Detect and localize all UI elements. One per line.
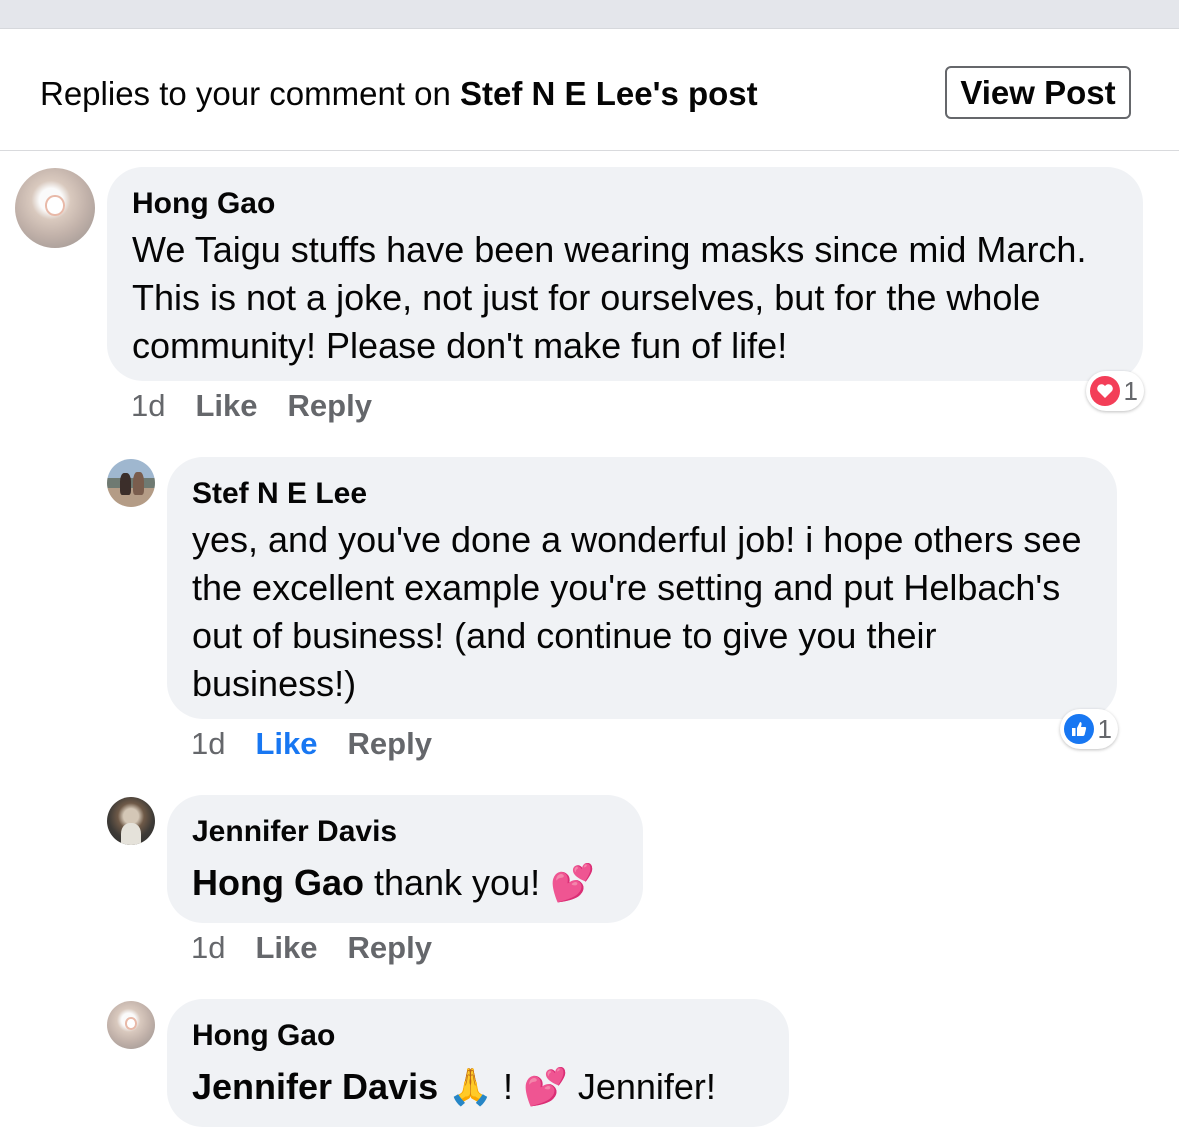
avatar-person-right	[133, 472, 144, 496]
reply-button[interactable]: Reply	[288, 388, 372, 423]
comment-bubble: Hong Gao We Taigu stuffs have been weari…	[107, 167, 1143, 381]
avatar[interactable]	[15, 168, 95, 248]
two-hearts-icon: 💕	[550, 863, 595, 904]
comment-actions: 1d Like Reply	[131, 388, 402, 424]
reaction-count: 1	[1123, 375, 1138, 406]
replies-header: Replies to your comment on Stef N E Lee'…	[0, 29, 1179, 151]
like-button[interactable]: Like	[255, 930, 317, 965]
avatar-face	[125, 1017, 137, 1030]
mention-link[interactable]: Hong Gao	[192, 862, 364, 903]
header-prefix: Replies to your comment on	[40, 75, 461, 112]
comment-author[interactable]: Jennifer Davis	[192, 814, 397, 850]
like-button[interactable]: Like	[195, 388, 257, 423]
comment-time[interactable]: 1d	[191, 726, 225, 761]
comment-text: We Taigu stuffs have been wearing masks …	[132, 229, 1087, 366]
avatar-figure	[121, 823, 141, 845]
avatar[interactable]	[107, 1001, 155, 1049]
folded-hands-icon: 🙏	[448, 1067, 493, 1108]
two-hearts-icon: 💕	[522, 1067, 568, 1108]
avatar-face	[45, 195, 65, 216]
comment-text-end: Jennifer!	[567, 1066, 716, 1107]
avatar[interactable]	[107, 797, 155, 845]
mention-link[interactable]: Jennifer Davis	[192, 1066, 438, 1107]
reply-button[interactable]: Reply	[348, 930, 432, 965]
view-post-button[interactable]: View Post	[945, 66, 1131, 119]
heart-icon	[1090, 376, 1120, 406]
reply-button[interactable]: Reply	[348, 726, 432, 761]
comment-bubble: Jennifer Davis Hong Gao thank you! 💕	[167, 795, 643, 923]
comment-bubble: Hong Gao Jennifer Davis 🙏 ! 💕 Jennifer!	[167, 999, 789, 1127]
comment-bubble: Stef N E Lee yes, and you've done a wond…	[167, 457, 1117, 719]
comment-author[interactable]: Hong Gao	[192, 1018, 335, 1054]
comment-text-mid: !	[492, 1066, 523, 1107]
avatar[interactable]	[107, 459, 155, 507]
comment-actions: 1d Like Reply	[191, 930, 462, 966]
comment-text: Jennifer Davis 🙏 ! 💕 Jennifer!	[192, 1063, 716, 1112]
post-owner-link[interactable]: Stef N E Lee	[460, 75, 653, 112]
thumbs-up-icon	[1064, 714, 1094, 744]
header-suffix: 's post	[652, 75, 758, 112]
comment-time[interactable]: 1d	[191, 930, 225, 965]
comment-text: yes, and you've done a wonderful job! i …	[192, 519, 1082, 704]
like-button[interactable]: Like	[255, 726, 317, 761]
header-title: Replies to your comment on Stef N E Lee'…	[40, 74, 758, 114]
reaction-count: 1	[1097, 713, 1112, 744]
comment-time[interactable]: 1d	[131, 388, 165, 423]
comment-text-content: thank you!	[363, 862, 551, 903]
comment-author[interactable]: Hong Gao	[132, 186, 275, 222]
comment-actions: 1d Like Reply	[191, 726, 462, 762]
reaction-count-badge[interactable]: 1	[1086, 371, 1144, 411]
avatar-person-left	[120, 473, 131, 495]
top-strip	[0, 0, 1179, 29]
comment-author[interactable]: Stef N E Lee	[192, 476, 367, 512]
comment-text: Hong Gao thank you! 💕	[192, 859, 595, 908]
reaction-count-badge[interactable]: 1	[1060, 709, 1118, 749]
